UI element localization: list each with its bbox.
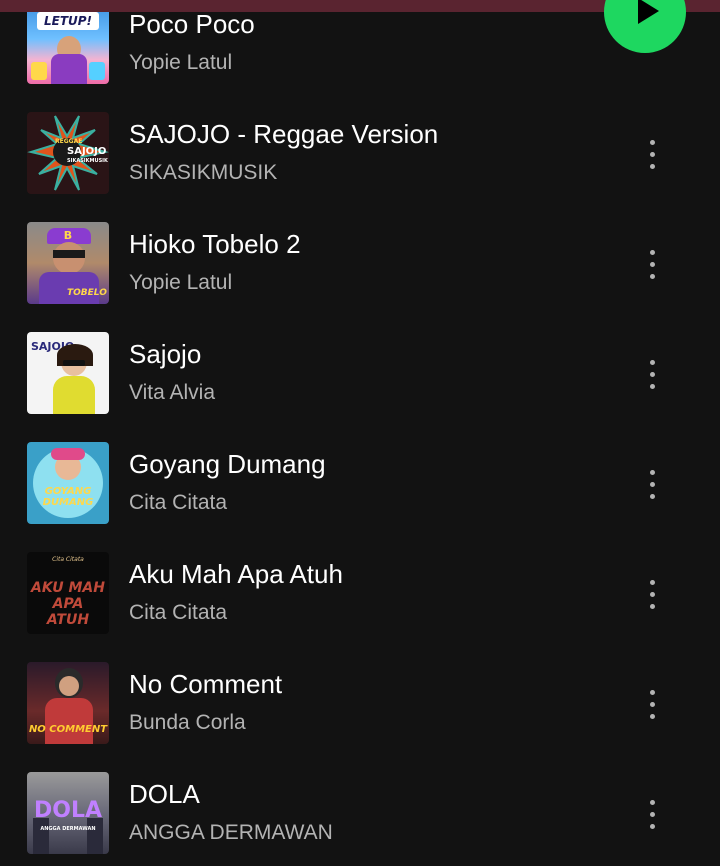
track-artist: Yopie Latul (129, 51, 233, 74)
cover-label: SIKASIKMUSIK (67, 158, 108, 164)
track-title: Sajojo (129, 339, 202, 369)
track-title: DOLA (129, 779, 200, 809)
track-row[interactable]: REGGAE SAJOJO SIKASIKMUSIK SAJOJO - Regg… (0, 98, 720, 208)
more-options-icon[interactable] (632, 233, 672, 293)
cover-label: SAJOJO (67, 146, 107, 157)
cover-label: REGGAE (55, 138, 83, 145)
cover-label: NO COMMENT (28, 724, 108, 735)
track-row[interactable]: SAJOJO Sajojo Vita Alvia (0, 318, 720, 428)
track-artist: ANGGA DERMAWAN (129, 821, 333, 844)
track-list: LETUP! Poco Poco Yopie Latul REGGAE SAJO… (0, 0, 720, 866)
cover-label: B (63, 229, 73, 242)
track-title: No Comment (129, 669, 283, 699)
track-title: Hioko Tobelo 2 (129, 229, 301, 259)
cover-label: LETUP! (43, 14, 93, 28)
more-options-icon[interactable] (632, 453, 672, 513)
cover-label: DOLA (33, 798, 102, 823)
more-options-icon[interactable] (632, 563, 672, 623)
track-title: Poco Poco (129, 9, 255, 39)
play-icon (638, 0, 659, 24)
track-row[interactable]: B TOBELO Hioko Tobelo 2 Yopie Latul (0, 208, 720, 318)
track-artist: Yopie Latul (129, 271, 233, 294)
track-row[interactable]: NO COMMENT No Comment Bunda Corla (0, 648, 720, 758)
album-cover: Cita Citata AKU MAH APA ATUH (27, 552, 109, 634)
album-cover: DOLA ANGGA DERMAWAN (27, 772, 109, 854)
cover-label: GOYANG DUMANG (42, 486, 94, 508)
more-options-icon[interactable] (632, 673, 672, 733)
album-cover: SAJOJO (27, 332, 109, 414)
cover-label: AKU MAH APA ATUH (31, 580, 105, 628)
cover-label: ANGGA DERMAWAN (40, 826, 96, 832)
album-cover: B TOBELO (27, 222, 109, 304)
track-list-screen: LETUP! Poco Poco Yopie Latul REGGAE SAJO… (0, 0, 720, 866)
track-artist: Cita Citata (129, 491, 228, 514)
track-row[interactable]: DOLA ANGGA DERMAWAN DOLA ANGGA DERMAWAN (0, 758, 720, 866)
more-options-icon[interactable] (632, 123, 672, 183)
track-artist: Bunda Corla (129, 711, 246, 734)
album-cover: GOYANG DUMANG (27, 442, 109, 524)
track-title: Goyang Dumang (129, 449, 326, 479)
track-artist: Cita Citata (129, 601, 228, 624)
cover-label: TOBELO (67, 288, 107, 298)
more-options-icon[interactable] (632, 783, 672, 843)
play-button[interactable] (604, 0, 686, 53)
album-cover: REGGAE SAJOJO SIKASIKMUSIK (27, 112, 109, 194)
cover-label: Cita Citata (52, 556, 84, 563)
track-row[interactable]: Cita Citata AKU MAH APA ATUH Aku Mah Apa… (0, 538, 720, 648)
album-cover: LETUP! (27, 2, 109, 84)
more-options-icon[interactable] (632, 343, 672, 403)
track-artist: SIKASIKMUSIK (129, 161, 278, 184)
track-artist: Vita Alvia (129, 381, 215, 404)
album-cover: NO COMMENT (27, 662, 109, 744)
track-title: SAJOJO - Reggae Version (129, 119, 439, 149)
track-row[interactable]: GOYANG DUMANG Goyang Dumang Cita Citata (0, 428, 720, 538)
track-title: Aku Mah Apa Atuh (129, 559, 343, 589)
